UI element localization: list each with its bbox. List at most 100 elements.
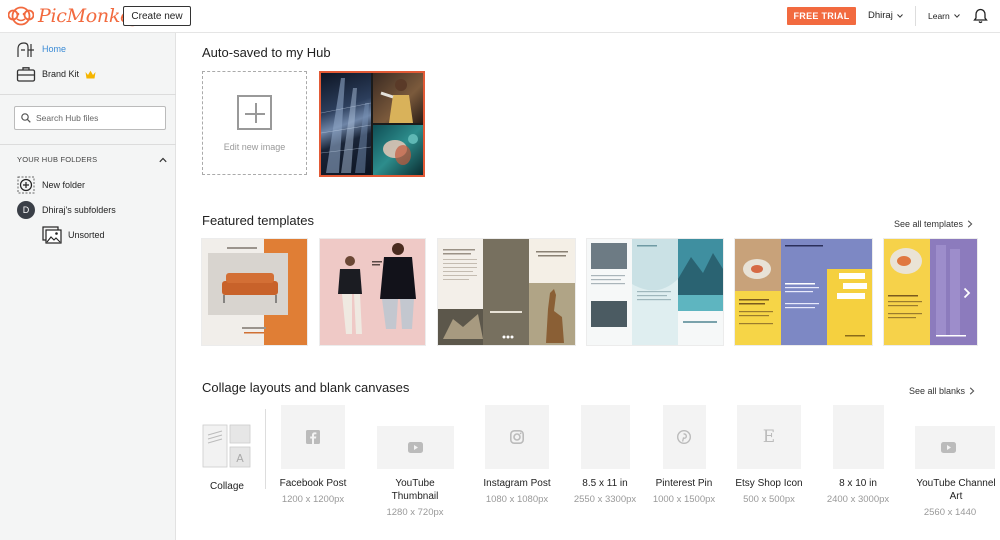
chevron-right-icon — [963, 287, 971, 299]
learn-label: Learn — [928, 11, 950, 21]
facebook-icon — [306, 430, 320, 444]
blank-thumbnail — [662, 405, 706, 469]
youtube-icon — [940, 442, 956, 453]
divider — [265, 409, 266, 489]
edit-new-image-label: Edit new image — [223, 141, 286, 152]
divider — [0, 144, 176, 145]
chevron-right-icon — [969, 387, 975, 395]
picmonkey-logo[interactable]: PicMonkey — [8, 5, 142, 27]
hub-folders-label: YOUR HUB FOLDERS — [17, 155, 98, 164]
add-folder-icon — [16, 176, 36, 194]
see-all-templates-link[interactable]: See all templates — [894, 219, 973, 229]
notifications-bell-icon[interactable] — [973, 8, 988, 24]
briefcase-icon — [16, 65, 36, 83]
blank-size: 500 x 500px — [743, 494, 795, 505]
user-menu[interactable]: Dhiraj — [868, 10, 903, 21]
new-folder-button[interactable]: New folder — [16, 176, 85, 194]
free-trial-button[interactable]: FREE TRIAL — [787, 7, 856, 25]
collage-blanks-title: Collage layouts and blank canvases — [202, 380, 410, 395]
blank-facebook-post[interactable]: Facebook Post 1200 x 1200px — [274, 405, 352, 505]
blank-thumbnail — [832, 405, 884, 469]
subfolders-item[interactable]: D Dhiraj's subfolders — [16, 201, 116, 219]
blank-thumbnail — [281, 405, 345, 469]
blank-pinterest-pin[interactable]: Pinterest Pin 1000 x 1500px — [645, 405, 723, 505]
blank-size: 1080 x 1080px — [485, 494, 549, 505]
template-card[interactable] — [202, 239, 307, 345]
svg-text:A: A — [236, 452, 244, 465]
template-card[interactable] — [735, 239, 872, 345]
divider — [915, 6, 916, 26]
etsy-icon: E — [762, 427, 776, 447]
collage-option[interactable]: A Collage — [202, 423, 252, 492]
see-all-templates-label: See all templates — [894, 219, 964, 229]
sidebar-item-label: Brand Kit — [42, 69, 80, 79]
blank-name: YouTube Thumbnail — [391, 478, 439, 502]
unsorted-label: Unsorted — [68, 230, 105, 240]
home-hub-icon — [16, 40, 36, 58]
search-input[interactable] — [36, 113, 156, 123]
blank-instagram-post[interactable]: Instagram Post 1080 x 1080px — [478, 405, 556, 505]
blank-thumbnail — [485, 405, 549, 469]
blank-name: 8 x 10 in — [839, 478, 877, 489]
search-icon — [21, 113, 31, 123]
hub-folders-header[interactable]: YOUR HUB FOLDERS — [17, 155, 167, 164]
template-card[interactable] — [438, 239, 575, 345]
building-photo — [321, 73, 371, 175]
flower-photo — [373, 125, 423, 175]
learn-menu[interactable]: Learn — [928, 11, 960, 21]
youtube-icon — [407, 442, 423, 453]
autosaved-collage-thumbnail[interactable] — [319, 71, 425, 177]
blank-8x10[interactable]: 8 x 10 in 2400 x 3000px — [819, 405, 897, 505]
sidebar: Home Brand Kit YOUR HUB FOLDERS New fold… — [0, 33, 176, 540]
user-name: Dhiraj — [868, 10, 893, 21]
template-card[interactable] — [320, 239, 425, 345]
blank-name: Pinterest Pin — [655, 478, 713, 489]
pinterest-icon — [677, 430, 691, 444]
blank-letter-size[interactable]: 8.5 x 11 in 2550 x 3300px — [566, 405, 644, 505]
image-folder-icon — [42, 226, 62, 244]
instagram-icon — [510, 430, 524, 444]
sidebar-item-label: Home — [42, 44, 67, 54]
crown-icon — [85, 70, 96, 78]
monkey-logo-icon — [8, 6, 34, 26]
blank-size: 2550 x 3300px — [573, 494, 637, 505]
blank-name: 8.5 x 11 in — [582, 478, 628, 489]
sidebar-item-brand-kit[interactable]: Brand Kit — [16, 65, 96, 83]
see-all-blanks-link[interactable]: See all blanks — [909, 386, 975, 396]
blank-size: 2400 x 3000px — [826, 494, 890, 505]
edit-new-image-button[interactable]: Edit new image — [202, 71, 307, 175]
template-card[interactable] — [587, 239, 723, 345]
blank-thumbnail: E — [737, 405, 801, 469]
chevron-down-icon — [896, 13, 903, 18]
search-hub-field[interactable] — [14, 106, 166, 130]
blank-size: 1000 x 1500px — [652, 494, 716, 505]
featured-templates-title: Featured templates — [202, 213, 315, 228]
divider — [0, 94, 176, 95]
autosaved-title: Auto-saved to my Hub — [202, 45, 331, 60]
blank-youtube-channel-art[interactable]: YouTube Channel Art 2560 x 1440 — [909, 405, 1000, 518]
blank-thumbnail — [580, 405, 630, 469]
chevron-up-icon[interactable] — [159, 157, 167, 163]
subfolders-label: Dhiraj's subfolders — [42, 205, 116, 215]
blank-size: 1280 x 720px — [386, 507, 444, 518]
blank-name: Etsy Shop Icon — [735, 478, 803, 489]
avatar: D — [17, 201, 35, 219]
blank-size: 2560 x 1440 — [923, 507, 977, 518]
blank-name: YouTube Channel Art — [916, 478, 996, 502]
sidebar-item-home[interactable]: Home — [16, 40, 66, 58]
blank-name: Facebook Post — [279, 478, 347, 489]
create-new-button[interactable]: Create new — [123, 6, 191, 26]
blank-youtube-thumbnail[interactable]: YouTube Thumbnail 1280 x 720px — [376, 405, 454, 518]
top-bar: PicMonkey Create new FREE TRIAL Dhiraj L… — [0, 0, 1000, 33]
person-photo — [373, 73, 423, 123]
plus-icon — [237, 94, 272, 130]
folder-item-unsorted[interactable]: Unsorted — [42, 226, 105, 244]
blank-name: Instagram Post — [483, 478, 551, 489]
chevron-down-icon — [953, 14, 960, 18]
blank-size: 1200 x 1200px — [281, 494, 345, 505]
collage-label: Collage — [210, 481, 244, 492]
templates-next-button[interactable] — [958, 282, 976, 304]
chevron-right-icon — [967, 220, 973, 228]
collage-layout-icon: A — [202, 424, 251, 468]
blank-etsy-shop-icon[interactable]: E Etsy Shop Icon 500 x 500px — [730, 405, 808, 505]
